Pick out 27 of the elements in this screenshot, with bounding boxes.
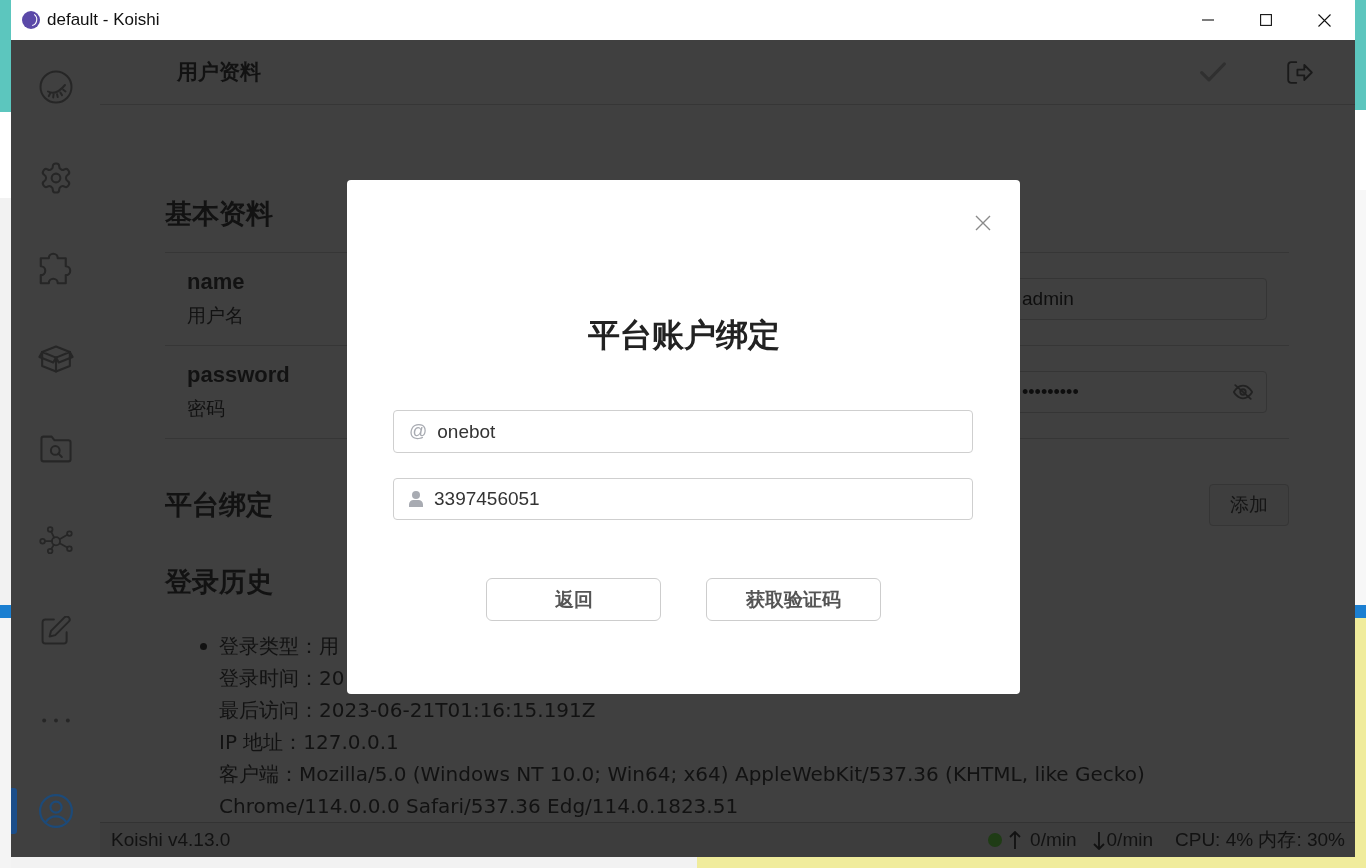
window-title: default - Koishi <box>47 10 160 30</box>
back-button[interactable]: 返回 <box>486 578 661 621</box>
closed-eye-icon[interactable] <box>38 70 73 105</box>
folder-search-icon[interactable] <box>39 435 72 464</box>
minimize-icon[interactable] <box>1202 19 1214 21</box>
input-field[interactable]: @ onebot <box>393 410 973 453</box>
eye-slash-icon[interactable] <box>1233 384 1253 400</box>
box-icon[interactable] <box>37 344 74 373</box>
logout-icon[interactable] <box>1287 60 1313 84</box>
puzzle-icon[interactable] <box>39 251 72 285</box>
more-icon[interactable] <box>41 718 70 724</box>
person-icon <box>409 491 423 507</box>
bullet-icon <box>200 642 207 650</box>
dialog-title: 平台账户绑定 <box>587 316 780 355</box>
app-logo-icon <box>22 11 40 29</box>
maximize-icon[interactable] <box>1260 14 1272 26</box>
arrow-up-icon <box>1009 830 1022 850</box>
edit-icon[interactable] <box>40 615 71 645</box>
arrow-down-icon <box>1092 830 1105 850</box>
nodes-icon[interactable] <box>38 525 73 554</box>
gear-icon[interactable] <box>39 161 72 194</box>
user-circle-icon[interactable] <box>38 794 73 829</box>
input-field[interactable]: 3397456051 <box>393 478 973 520</box>
status-dot-icon <box>988 833 1003 847</box>
close-icon[interactable] <box>1317 13 1331 27</box>
at-sign-icon: @ <box>409 421 428 442</box>
get-code-button[interactable]: 获取验证码 <box>706 578 881 621</box>
